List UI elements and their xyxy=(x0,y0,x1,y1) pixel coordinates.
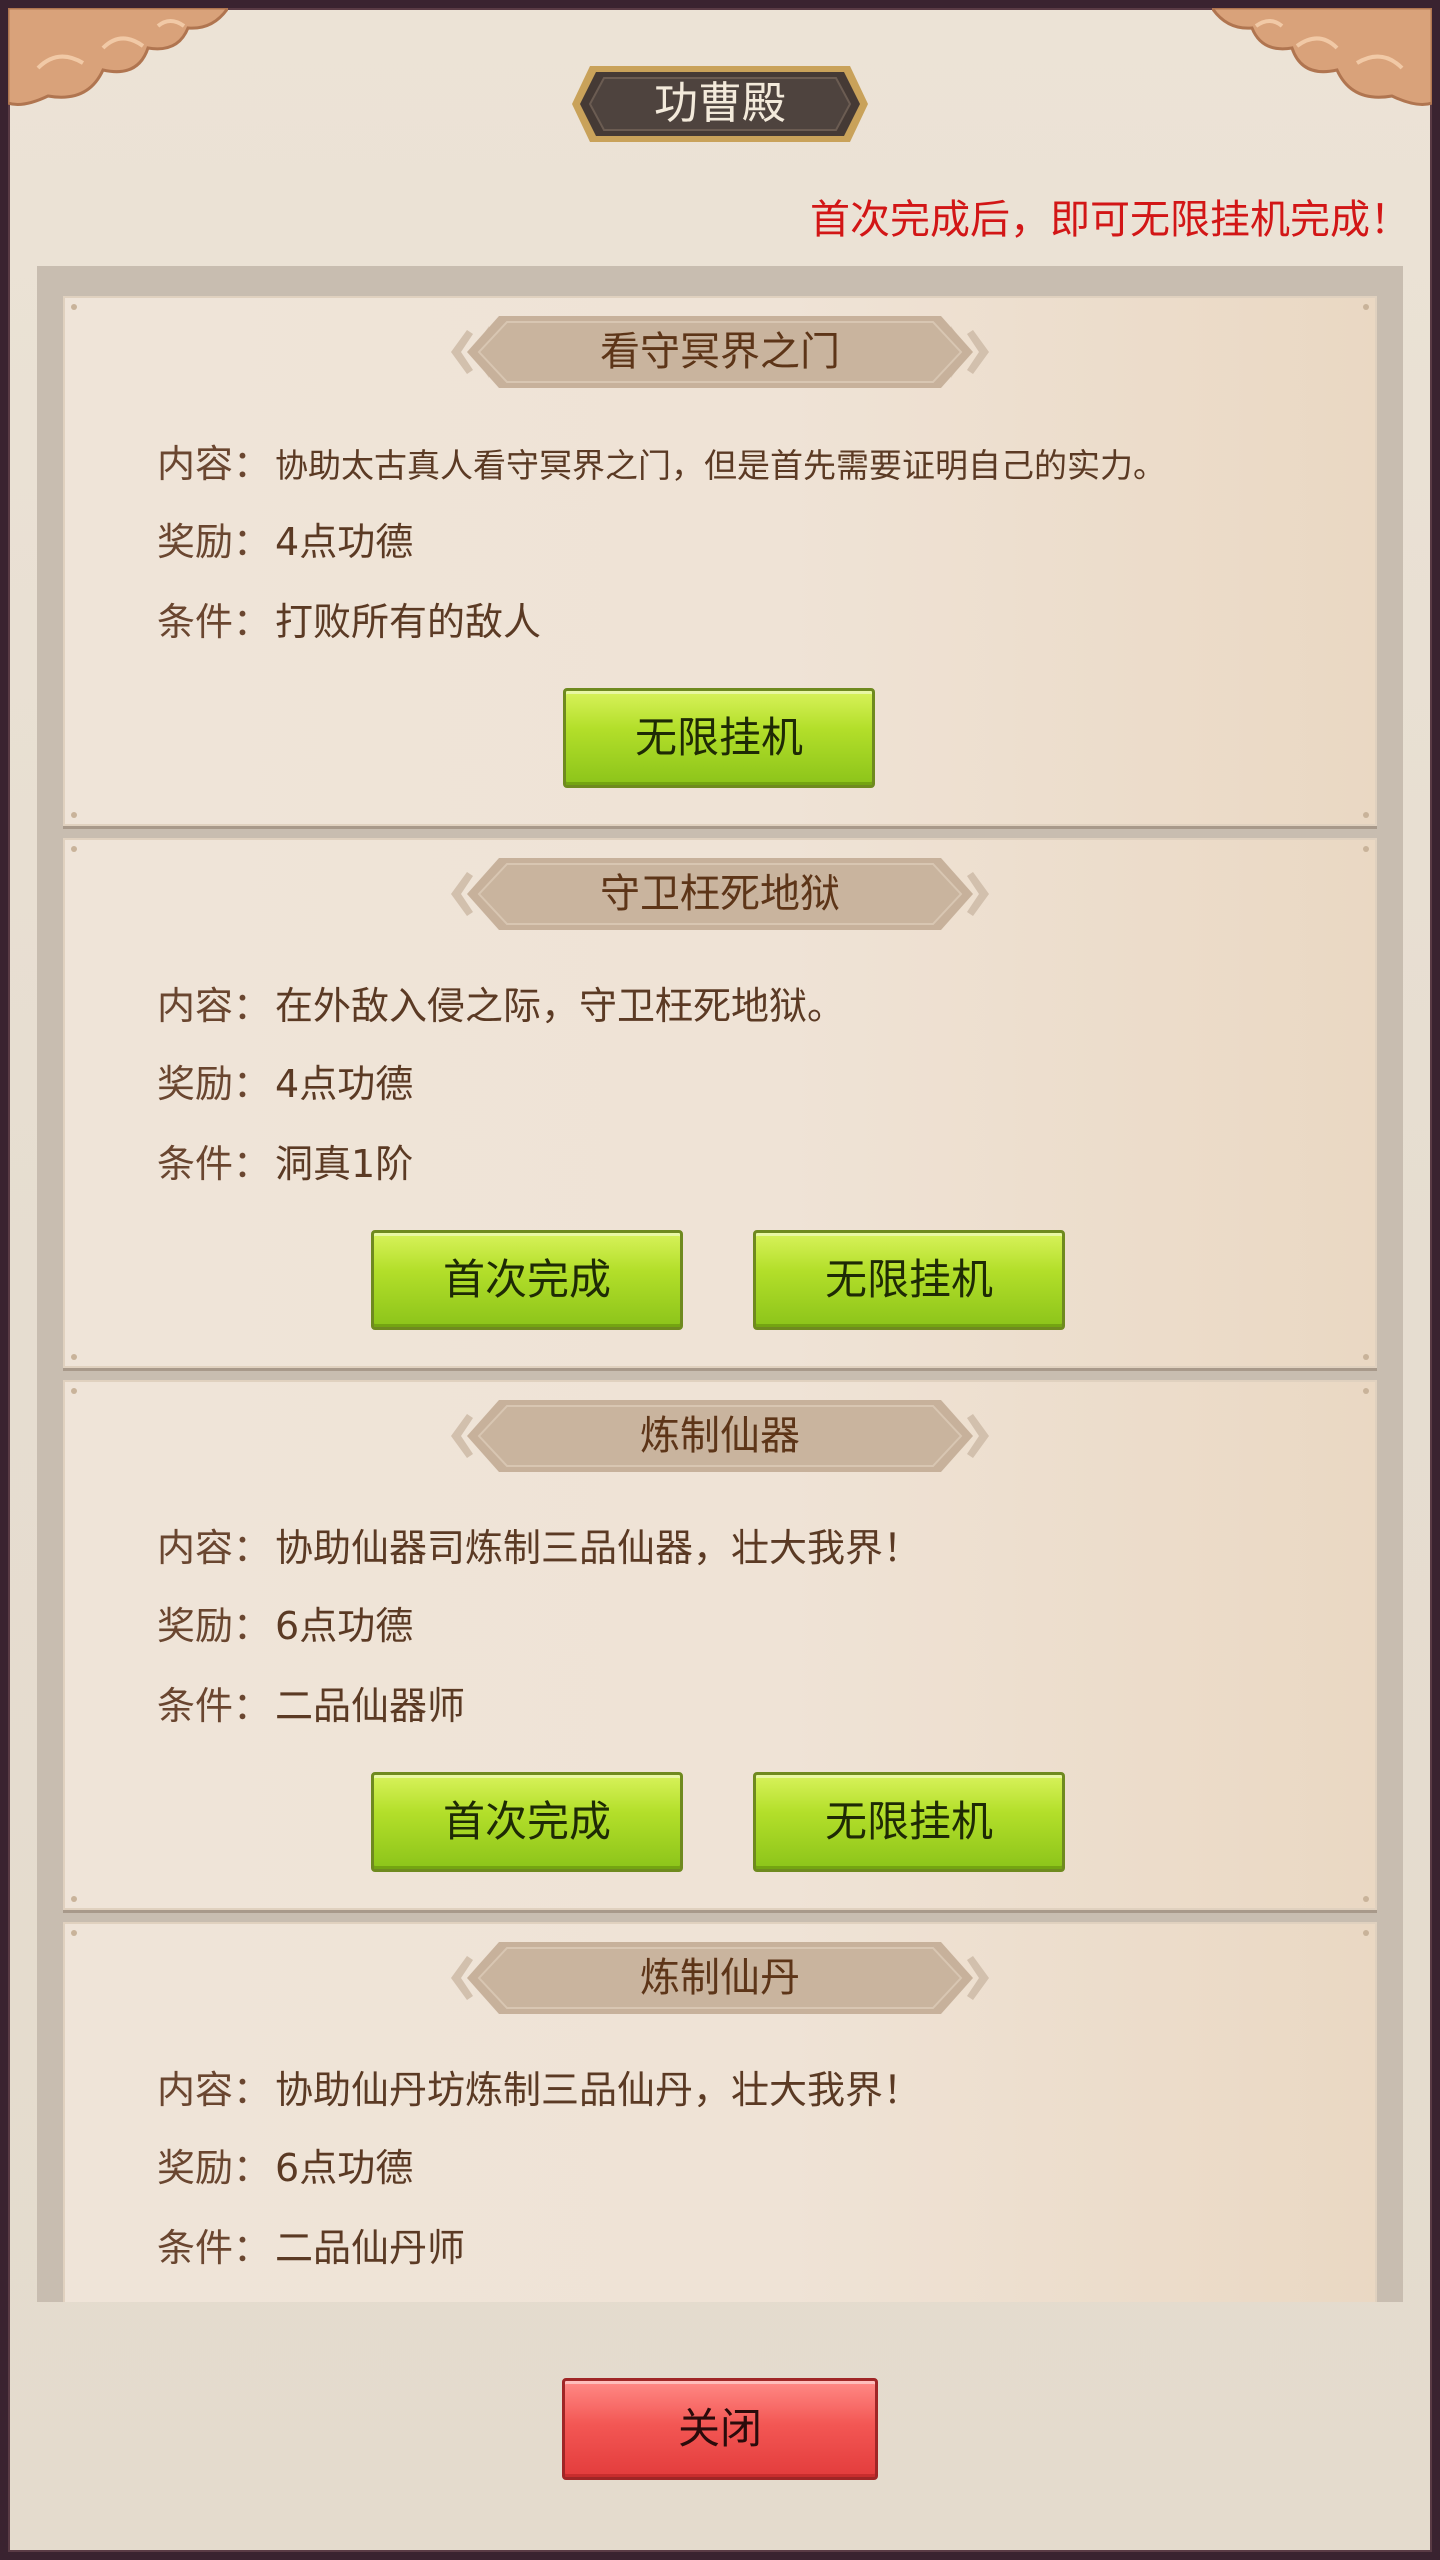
corner-dot xyxy=(71,1896,77,1902)
corner-dot xyxy=(1363,1354,1369,1360)
content-label: 内容： xyxy=(157,442,272,486)
task-card: 炼制仙丹 内容： 协助仙丹坊炼制三品仙丹，壮大我界！ 奖励： 6点功德 条件： 二品仙… xyxy=(63,1922,1377,2302)
task-reward-row: 奖励： 6点功德 xyxy=(157,1598,413,1654)
task-card: 守卫枉死地狱 内容： 在外敌入侵之际，守卫枉死地狱。 奖励： 4点功德 条件： 洞真1… xyxy=(63,838,1377,1368)
task-condition: 洞真1阶 xyxy=(275,1142,414,1186)
task-content-row: 内容： 协助仙丹坊炼制三品仙丹，壮大我界！ xyxy=(157,2062,921,2118)
task-content: 协助仙器司炼制三品仙器，壮大我界！ xyxy=(275,1526,922,1570)
task-condition-row: 条件： 二品仙丹师 xyxy=(157,2220,465,2276)
idle-farm-button[interactable]: 无限挂机 xyxy=(753,1772,1065,1872)
condition-label: 条件： xyxy=(157,1684,272,1728)
task-condition: 打败所有的敌人 xyxy=(275,600,542,644)
task-card: 炼制仙器 内容： 协助仙器司炼制三品仙器，壮大我界！ 奖励： 6点功德 条件： 二品仙… xyxy=(63,1380,1377,1910)
condition-label: 条件： xyxy=(157,600,272,644)
task-list[interactable]: 看守冥界之门 内容： 协助太古真人看守冥界之门，但是首先需要证明自己的实力。 奖励… xyxy=(37,266,1403,2302)
task-condition-row: 条件： 洞真1阶 xyxy=(157,1136,413,1192)
condition-label: 条件： xyxy=(157,2226,272,2270)
reward-label: 奖励： xyxy=(157,2146,272,2190)
corner-dot xyxy=(1363,1896,1369,1902)
task-title-banner: 看守冥界之门 xyxy=(449,312,991,392)
corner-dot xyxy=(1363,812,1369,818)
task-content: 协助太古真人看守冥界之门，但是首先需要证明自己的实力。 xyxy=(275,446,1167,485)
corner-dot xyxy=(71,846,77,852)
task-title: 炼制仙器 xyxy=(640,1413,800,1459)
task-title-banner: 炼制仙器 xyxy=(449,1396,991,1476)
corner-dot xyxy=(71,1388,77,1394)
task-reward-row: 奖励： 6点功德 xyxy=(157,2140,413,2196)
task-reward-row: 奖励： 4点功德 xyxy=(157,514,413,570)
first-complete-button[interactable]: 首次完成 xyxy=(371,1230,683,1330)
task-title: 守卫枉死地狱 xyxy=(600,871,840,917)
corner-dot xyxy=(71,1354,77,1360)
task-condition-row: 条件： 打败所有的敌人 xyxy=(157,594,541,650)
content-label: 内容： xyxy=(157,984,272,1028)
corner-dot xyxy=(71,1930,77,1936)
content-label: 内容： xyxy=(157,1526,272,1570)
corner-dot xyxy=(1363,846,1369,852)
idle-farm-button[interactable]: 无限挂机 xyxy=(753,1230,1065,1330)
reward-label: 奖励： xyxy=(157,1062,272,1106)
task-reward: 6点功德 xyxy=(275,1604,414,1648)
page-title: 功曹殿 xyxy=(654,78,786,129)
task-condition: 二品仙丹师 xyxy=(275,2226,466,2270)
cloud-ornament-left-icon xyxy=(8,8,228,106)
task-content: 协助仙丹坊炼制三品仙丹，壮大我界！ xyxy=(275,2068,922,2112)
task-content-row: 内容： 协助太古真人看守冥界之门，但是首先需要证明自己的实力。 xyxy=(157,436,1166,492)
reward-label: 奖励： xyxy=(157,1604,272,1648)
task-card: 看守冥界之门 内容： 协助太古真人看守冥界之门，但是首先需要证明自己的实力。 奖励… xyxy=(63,296,1377,826)
corner-dot xyxy=(1363,1930,1369,1936)
task-reward: 6点功德 xyxy=(275,2146,414,2190)
corner-dot xyxy=(1363,1388,1369,1394)
condition-label: 条件： xyxy=(157,1142,272,1186)
idle-farm-button[interactable]: 无限挂机 xyxy=(563,688,875,788)
corner-dot xyxy=(71,304,77,310)
first-complete-button[interactable]: 首次完成 xyxy=(371,1772,683,1872)
close-button[interactable]: 关闭 xyxy=(562,2378,878,2480)
reward-label: 奖励： xyxy=(157,520,272,564)
task-title: 炼制仙丹 xyxy=(640,1955,800,2001)
notice-text: 首次完成后，即可无限挂机完成！ xyxy=(810,197,1410,243)
corner-dot xyxy=(71,812,77,818)
task-title-banner: 守卫枉死地狱 xyxy=(449,854,991,934)
task-content-row: 内容： 在外敌入侵之际，守卫枉死地狱。 xyxy=(157,978,845,1034)
task-reward-row: 奖励： 4点功德 xyxy=(157,1056,413,1112)
task-reward: 4点功德 xyxy=(275,520,414,564)
task-title-banner: 炼制仙丹 xyxy=(449,1938,991,2018)
content-label: 内容： xyxy=(157,2068,272,2112)
cloud-ornament-right-icon xyxy=(1212,8,1432,106)
task-condition: 二品仙器师 xyxy=(275,1684,466,1728)
title-plaque: 功曹殿 xyxy=(570,62,870,146)
task-condition-row: 条件： 二品仙器师 xyxy=(157,1678,465,1734)
corner-dot xyxy=(1363,304,1369,310)
task-reward: 4点功德 xyxy=(275,1062,414,1106)
task-content-row: 内容： 协助仙器司炼制三品仙器，壮大我界！ xyxy=(157,1520,921,1576)
task-title: 看守冥界之门 xyxy=(600,329,840,375)
task-content: 在外敌入侵之际，守卫枉死地狱。 xyxy=(275,984,846,1028)
